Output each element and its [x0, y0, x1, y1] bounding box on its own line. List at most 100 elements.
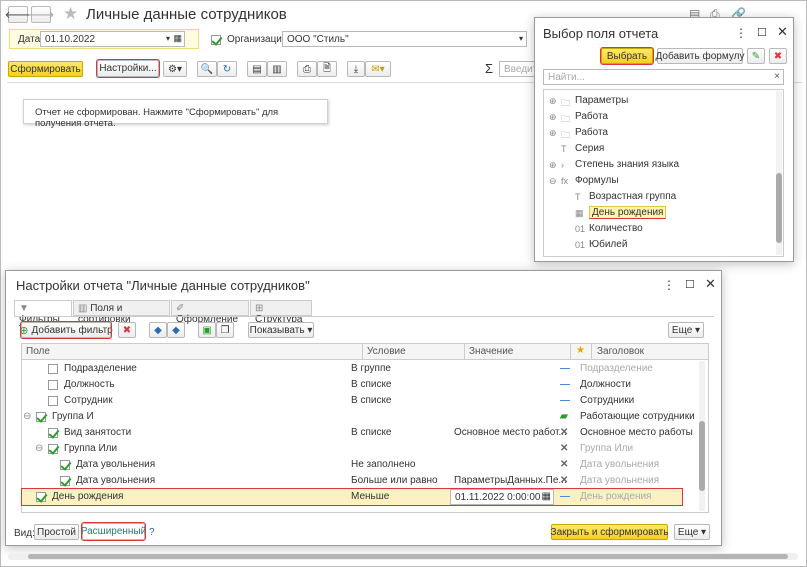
table-row[interactable]: Должность В списке — Должности	[22, 377, 682, 393]
row-value[interactable]: ПараметрыДанных.Пе...	[454, 475, 567, 486]
simple-view-button[interactable]: Простой	[34, 524, 79, 540]
table-row[interactable]: ⊖ Группа И ▰ Работающие сотрудники	[22, 409, 695, 425]
expand-icon[interactable]: ⊕	[549, 128, 557, 139]
edit-button[interactable]: ✎	[747, 48, 765, 64]
more-button[interactable]: Еще ▾	[668, 322, 704, 338]
row-checkbox[interactable]	[48, 396, 58, 406]
table-row[interactable]: Сотрудник В списке — Сотрудники	[22, 393, 682, 409]
table-scrollbar[interactable]	[699, 361, 705, 511]
row-mark-icon[interactable]: ▰	[560, 411, 568, 422]
row-checkbox[interactable]	[60, 460, 70, 470]
find-button[interactable]: 🔍	[197, 61, 217, 77]
row-condition[interactable]: В списке	[351, 395, 392, 406]
group-button[interactable]: ▤	[247, 61, 267, 77]
row-mark-icon[interactable]: ✕	[560, 443, 568, 454]
dropdown-icon[interactable]: ▾	[166, 34, 170, 43]
select-button[interactable]: Выбрать	[600, 47, 654, 65]
tree-item-label[interactable]: Степень знания языка	[575, 159, 679, 170]
fix-button[interactable]: ▥	[267, 61, 287, 77]
expand-icon[interactable]: ⊕	[549, 112, 557, 123]
back-button[interactable]: 🡐	[5, 6, 31, 23]
row-value-input[interactable]: 01.11.2022 0:00:00 ▦	[450, 489, 554, 505]
row-checkbox[interactable]	[60, 476, 70, 486]
tab-fields-sorting[interactable]: ▥ Поля и сортировки	[73, 300, 170, 325]
maximize-icon[interactable]: ☐	[685, 278, 695, 291]
variant-button[interactable]: ⚙▾	[163, 61, 187, 77]
row-mark-icon[interactable]: ✕	[560, 459, 568, 470]
show-button[interactable]: Показывать ▾	[248, 322, 314, 338]
table-row[interactable]: Подразделение В группе — Подразделение	[22, 361, 682, 377]
row-condition[interactable]: В списке	[351, 379, 392, 390]
row-checkbox[interactable]	[48, 380, 58, 390]
more-icon[interactable]: ⋮	[735, 26, 747, 40]
row-mark-icon[interactable]: —	[560, 379, 570, 390]
tab-filters[interactable]: ▼ Фильтры	[14, 300, 72, 326]
help-link[interactable]: ?	[149, 527, 155, 538]
dropdown-icon[interactable]: ▾	[519, 34, 523, 43]
preview-button[interactable]: 🗎	[317, 61, 337, 77]
tree-item-label[interactable]: День рождения	[589, 206, 667, 219]
move-down-button[interactable]: ◆	[167, 322, 185, 338]
expand-icon[interactable]: ⊕	[549, 160, 557, 171]
print-button[interactable]: ⎙	[297, 61, 317, 77]
advanced-view-button[interactable]: Расширенный	[81, 522, 146, 541]
collapse-icon[interactable]: ⊖	[35, 443, 43, 454]
expand-icon[interactable]: ⊕	[549, 96, 557, 107]
table-row-selected[interactable]: День рождения Меньше 01.11.2022 0:00:00 ▦ — Д…	[21, 488, 683, 506]
tree-item-label[interactable]: Работа	[575, 111, 608, 122]
row-condition[interactable]: Не заполнено	[351, 459, 415, 470]
send-button[interactable]: ✉▾	[365, 61, 391, 77]
row-condition[interactable]: В группе	[351, 363, 391, 374]
delete-filter-button[interactable]: ✖	[118, 322, 136, 338]
move-up-button[interactable]: ◆	[149, 322, 167, 338]
sum-icon[interactable]: Σ	[485, 61, 493, 76]
close-icon[interactable]: ✕	[705, 276, 716, 292]
close-and-generate-button[interactable]: Закрыть и сформировать	[551, 524, 668, 540]
row-checkbox[interactable]	[36, 412, 46, 422]
add-filter-button[interactable]: ⊕ Добавить фильтр	[19, 321, 113, 339]
organization-checkbox[interactable]	[211, 35, 221, 45]
table-row[interactable]: Вид занятости В списке Основное место рабо…	[22, 425, 693, 441]
organization-input[interactable]: ООО "Стиль" ▾	[282, 31, 527, 47]
row-mark-icon[interactable]: ✕	[560, 475, 568, 486]
picker-search-input[interactable]: Найти... ×	[543, 69, 784, 85]
row-mark-icon[interactable]: —	[560, 491, 570, 502]
row-mark-icon[interactable]: ✕	[560, 427, 568, 438]
tree-item-label[interactable]: Юбилей	[589, 239, 627, 250]
row-mark-icon[interactable]: —	[560, 363, 570, 374]
tree-item-label[interactable]: Формулы	[575, 175, 619, 186]
date-input[interactable]: 01.10.2022 ▾ ▦	[40, 31, 185, 47]
row-value[interactable]: Основное место работ...	[454, 427, 567, 438]
calendar-icon[interactable]: ▦	[173, 33, 182, 44]
table-row[interactable]: Дата увольнения Не заполнено ✕ Дата увольне…	[22, 457, 682, 473]
forward-button[interactable]: 🡒	[28, 6, 54, 23]
save-button[interactable]: ⤓	[347, 61, 365, 77]
settings-button[interactable]: Настройки...	[96, 59, 160, 78]
tree-item-label[interactable]: Работа	[575, 127, 608, 138]
clear-icon[interactable]: ×	[774, 71, 780, 82]
tree-scrollbar[interactable]	[776, 91, 782, 255]
table-row[interactable]: ⊖ Группа Или ✕ Группа Или	[22, 441, 682, 457]
row-checkbox[interactable]	[36, 492, 46, 502]
more-icon[interactable]: ⋮	[663, 278, 675, 292]
collapse-icon[interactable]: ⊖	[23, 411, 31, 422]
tree-item-label[interactable]: Серия	[575, 143, 604, 154]
row-condition[interactable]: Меньше	[351, 491, 389, 502]
tree-item-label[interactable]: Количество	[589, 223, 643, 234]
row-checkbox[interactable]	[48, 364, 58, 374]
tab-appearance[interactable]: ✐ Оформление	[171, 300, 249, 325]
delete-button[interactable]: ✖	[769, 48, 787, 64]
more-button-bottom[interactable]: Еще ▾	[674, 524, 710, 540]
row-mark-icon[interactable]: —	[560, 395, 570, 406]
generate-button[interactable]: Сформировать	[8, 61, 83, 77]
group-filter-button[interactable]: ▣	[198, 322, 216, 338]
maximize-icon[interactable]: ☐	[757, 26, 767, 39]
table-row[interactable]: Дата увольнения Больше или равно Параметры…	[22, 473, 682, 489]
expand-icon[interactable]: ⊖	[549, 176, 557, 187]
row-condition[interactable]: Больше или равно	[351, 475, 438, 486]
main-horizontal-scrollbar[interactable]	[8, 553, 798, 560]
tab-structure[interactable]: ⊞ Структура	[250, 300, 312, 325]
tree-item-label[interactable]: Параметры	[575, 95, 628, 106]
copy-filter-button[interactable]: ❐	[216, 322, 234, 338]
close-icon[interactable]: ✕	[777, 24, 788, 40]
